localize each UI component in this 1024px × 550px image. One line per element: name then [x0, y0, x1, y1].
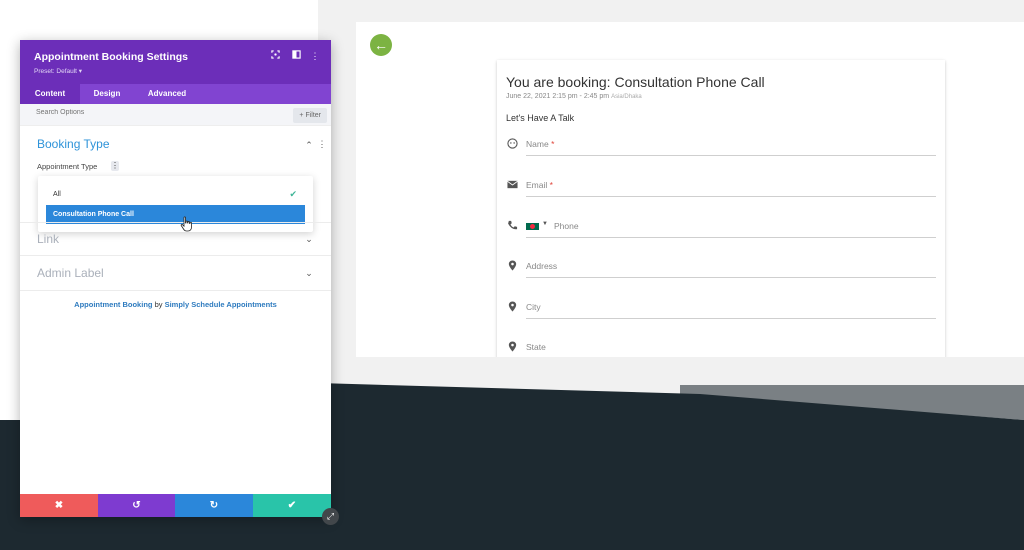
booking-timezone: Asia/Dhaka — [611, 94, 642, 100]
more-icon[interactable]: ⋮ — [111, 161, 119, 171]
phone-label: Phone — [554, 221, 579, 231]
ssa-link[interactable]: Simply Schedule Appointments — [165, 300, 277, 309]
input-underline — [526, 196, 936, 197]
section-link[interactable]: Link — [37, 232, 59, 246]
hand-cursor-icon — [180, 216, 192, 232]
booking-title: You are booking: Consultation Phone Call — [506, 74, 765, 90]
check-icon[interactable]: ✔ — [253, 494, 331, 517]
filter-button[interactable]: + Filter — [293, 108, 327, 123]
chevron-up-icon[interactable]: ⌃ — [304, 140, 314, 150]
phone-field[interactable]: ▼ Phone — [506, 216, 936, 238]
chevron-down-icon[interactable]: ⌄ — [304, 268, 314, 278]
appointment-type-label: Appointment Type — [37, 162, 98, 171]
location-icon — [506, 260, 518, 272]
name-label-text: Name — [526, 139, 549, 149]
undo-icon[interactable]: ↺ — [98, 494, 175, 517]
tab-content[interactable]: Content — [20, 84, 80, 104]
appointment-type-dropdown[interactable]: All ✔ Consultation Phone Call — [38, 176, 313, 232]
caret-down-icon[interactable]: ▼ — [542, 221, 548, 227]
phone-icon — [506, 220, 518, 232]
preset-selector[interactable]: Preset: Default ▾ — [34, 67, 82, 75]
email-label-text: Email — [526, 180, 548, 190]
settings-panel: Appointment Booking Settings Preset: Def… — [20, 40, 331, 517]
dropdown-option-label: All — [53, 191, 61, 198]
check-icon: ✔ — [289, 189, 297, 199]
section-admin-label[interactable]: Admin Label — [37, 266, 104, 280]
address-field[interactable]: Address — [506, 256, 936, 278]
required-mark: * — [551, 139, 555, 149]
tab-design[interactable]: Design — [80, 84, 134, 104]
search-row: + Filter — [20, 104, 331, 126]
booking-subtitle: Let's Have A Talk — [506, 113, 575, 123]
divider — [20, 290, 331, 291]
panel-header: Appointment Booking Settings Preset: Def… — [20, 40, 331, 84]
city-field[interactable]: City — [506, 297, 936, 319]
redo-icon[interactable]: ↻ — [175, 494, 253, 517]
plugin-credit: Appointment Booking by Simply Schedule A… — [20, 300, 331, 309]
more-icon[interactable]: ⋮ — [317, 139, 327, 149]
tab-advanced[interactable]: Advanced — [134, 84, 200, 104]
resize-handle-icon[interactable]: ⤢ — [322, 508, 339, 525]
country-flag-icon[interactable] — [526, 223, 539, 230]
appointment-booking-link[interactable]: Appointment Booking — [74, 300, 152, 309]
name-field[interactable]: Name * — [506, 134, 936, 156]
search-options-input[interactable] — [36, 109, 236, 116]
input-underline — [526, 277, 936, 278]
input-underline — [526, 237, 936, 238]
action-bar: ✖ ↺ ↻ ✔ — [20, 494, 331, 517]
city-label: City — [526, 302, 541, 312]
layout-icon[interactable] — [290, 50, 302, 62]
booking-preview: ← You are booking: Consultation Phone Ca… — [356, 22, 1024, 357]
booking-form-card: You are booking: Consultation Phone Call… — [497, 60, 945, 357]
required-mark: * — [549, 180, 553, 190]
credit-by: by — [152, 300, 165, 309]
section-booking-type[interactable]: Booking Type — [37, 137, 110, 151]
focus-icon[interactable] — [269, 50, 281, 62]
email-icon — [506, 179, 518, 191]
divider — [20, 255, 331, 256]
input-underline — [526, 318, 936, 319]
dropdown-option-all[interactable]: All ✔ — [46, 185, 305, 204]
close-icon[interactable]: ✖ — [20, 494, 98, 517]
name-label: Name * — [526, 139, 554, 149]
location-icon — [506, 301, 518, 313]
address-label: Address — [526, 261, 558, 271]
booking-date: June 22, 2021 2:15 pm - 2:45 pm Asia/Dha… — [506, 93, 642, 100]
input-underline — [526, 155, 936, 156]
email-label: Email * — [526, 180, 553, 190]
chevron-down-icon[interactable]: ⌄ — [304, 234, 314, 244]
divider — [20, 222, 331, 223]
state-field[interactable]: State — [506, 337, 936, 357]
face-icon — [506, 138, 518, 150]
booking-date-text: June 22, 2021 2:15 pm - 2:45 pm — [506, 93, 610, 100]
more-icon[interactable]: ⋮ — [309, 50, 321, 62]
panel-title: Appointment Booking Settings — [34, 51, 188, 63]
state-label: State — [526, 342, 546, 352]
location-icon — [506, 341, 518, 353]
email-field[interactable]: Email * — [506, 175, 936, 197]
tab-bar: Content Design Advanced — [20, 84, 331, 104]
arrow-left-icon[interactable]: ← — [370, 34, 392, 56]
